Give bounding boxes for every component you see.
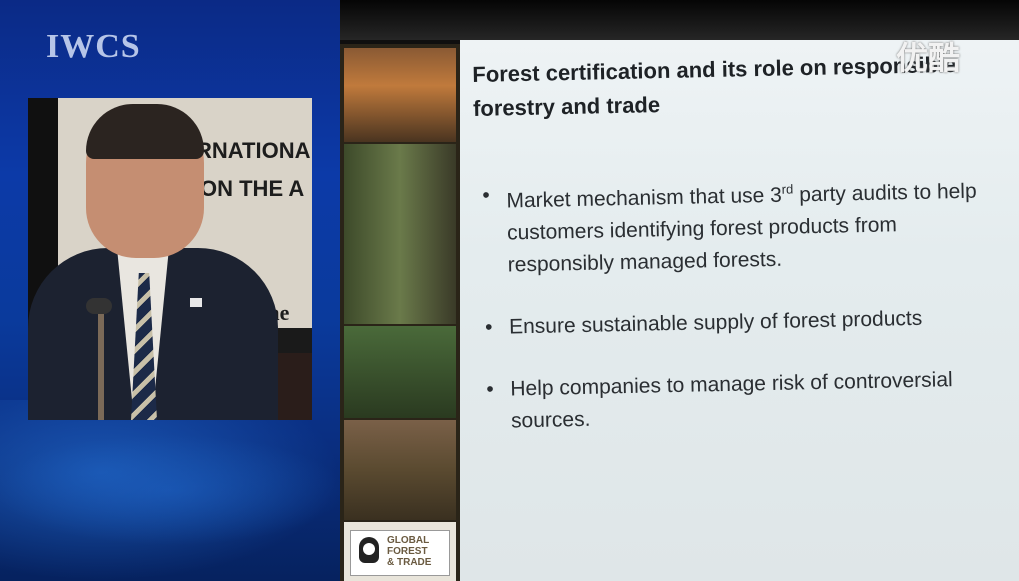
lapel-pin	[190, 298, 202, 307]
gft-logo: GLOBAL FOREST & TRADE	[350, 530, 450, 576]
microphone-stand	[98, 310, 104, 420]
panda-icon	[355, 535, 383, 569]
microphone-icon	[86, 298, 112, 314]
banner-text-line1: RNATIONA	[196, 138, 311, 163]
panel-wave	[0, 430, 340, 550]
bullet-dot: •	[484, 315, 493, 339]
slide-photo-strip: GLOBAL FOREST & TRADE	[340, 44, 460, 581]
sunset-forest-photo	[344, 48, 456, 142]
speaker-video-inset: RNATIONA N ON THE A d: The	[28, 98, 312, 420]
bullet-item: • Help companies to manage risk of contr…	[486, 368, 953, 433]
broadcast-left-panel: IWCS RNATIONA N ON THE A d: The	[0, 0, 340, 581]
slide-bullet-list: • Market mechanism that use 3rd party au…	[482, 169, 1008, 468]
bullet-dot: •	[486, 377, 494, 401]
workers-photo	[344, 144, 456, 324]
bullet-item: • Market mechanism that use 3rd party au…	[482, 179, 977, 277]
projected-slide-area: GLOBAL FOREST & TRADE Forest certificati…	[340, 0, 1019, 581]
slide-content: Forest certification and its role on res…	[460, 40, 1019, 581]
iwcs-logo: IWCS	[46, 28, 141, 65]
bullet-dot: •	[482, 183, 490, 207]
youku-watermark: 优酷	[896, 40, 961, 76]
bullet-item: • Ensure sustainable supply of forest pr…	[485, 301, 1006, 344]
tree-trunk-photo	[344, 420, 456, 520]
gft-logo-text: GLOBAL FOREST & TRADE	[387, 535, 432, 568]
orangutan-photo	[344, 326, 456, 418]
